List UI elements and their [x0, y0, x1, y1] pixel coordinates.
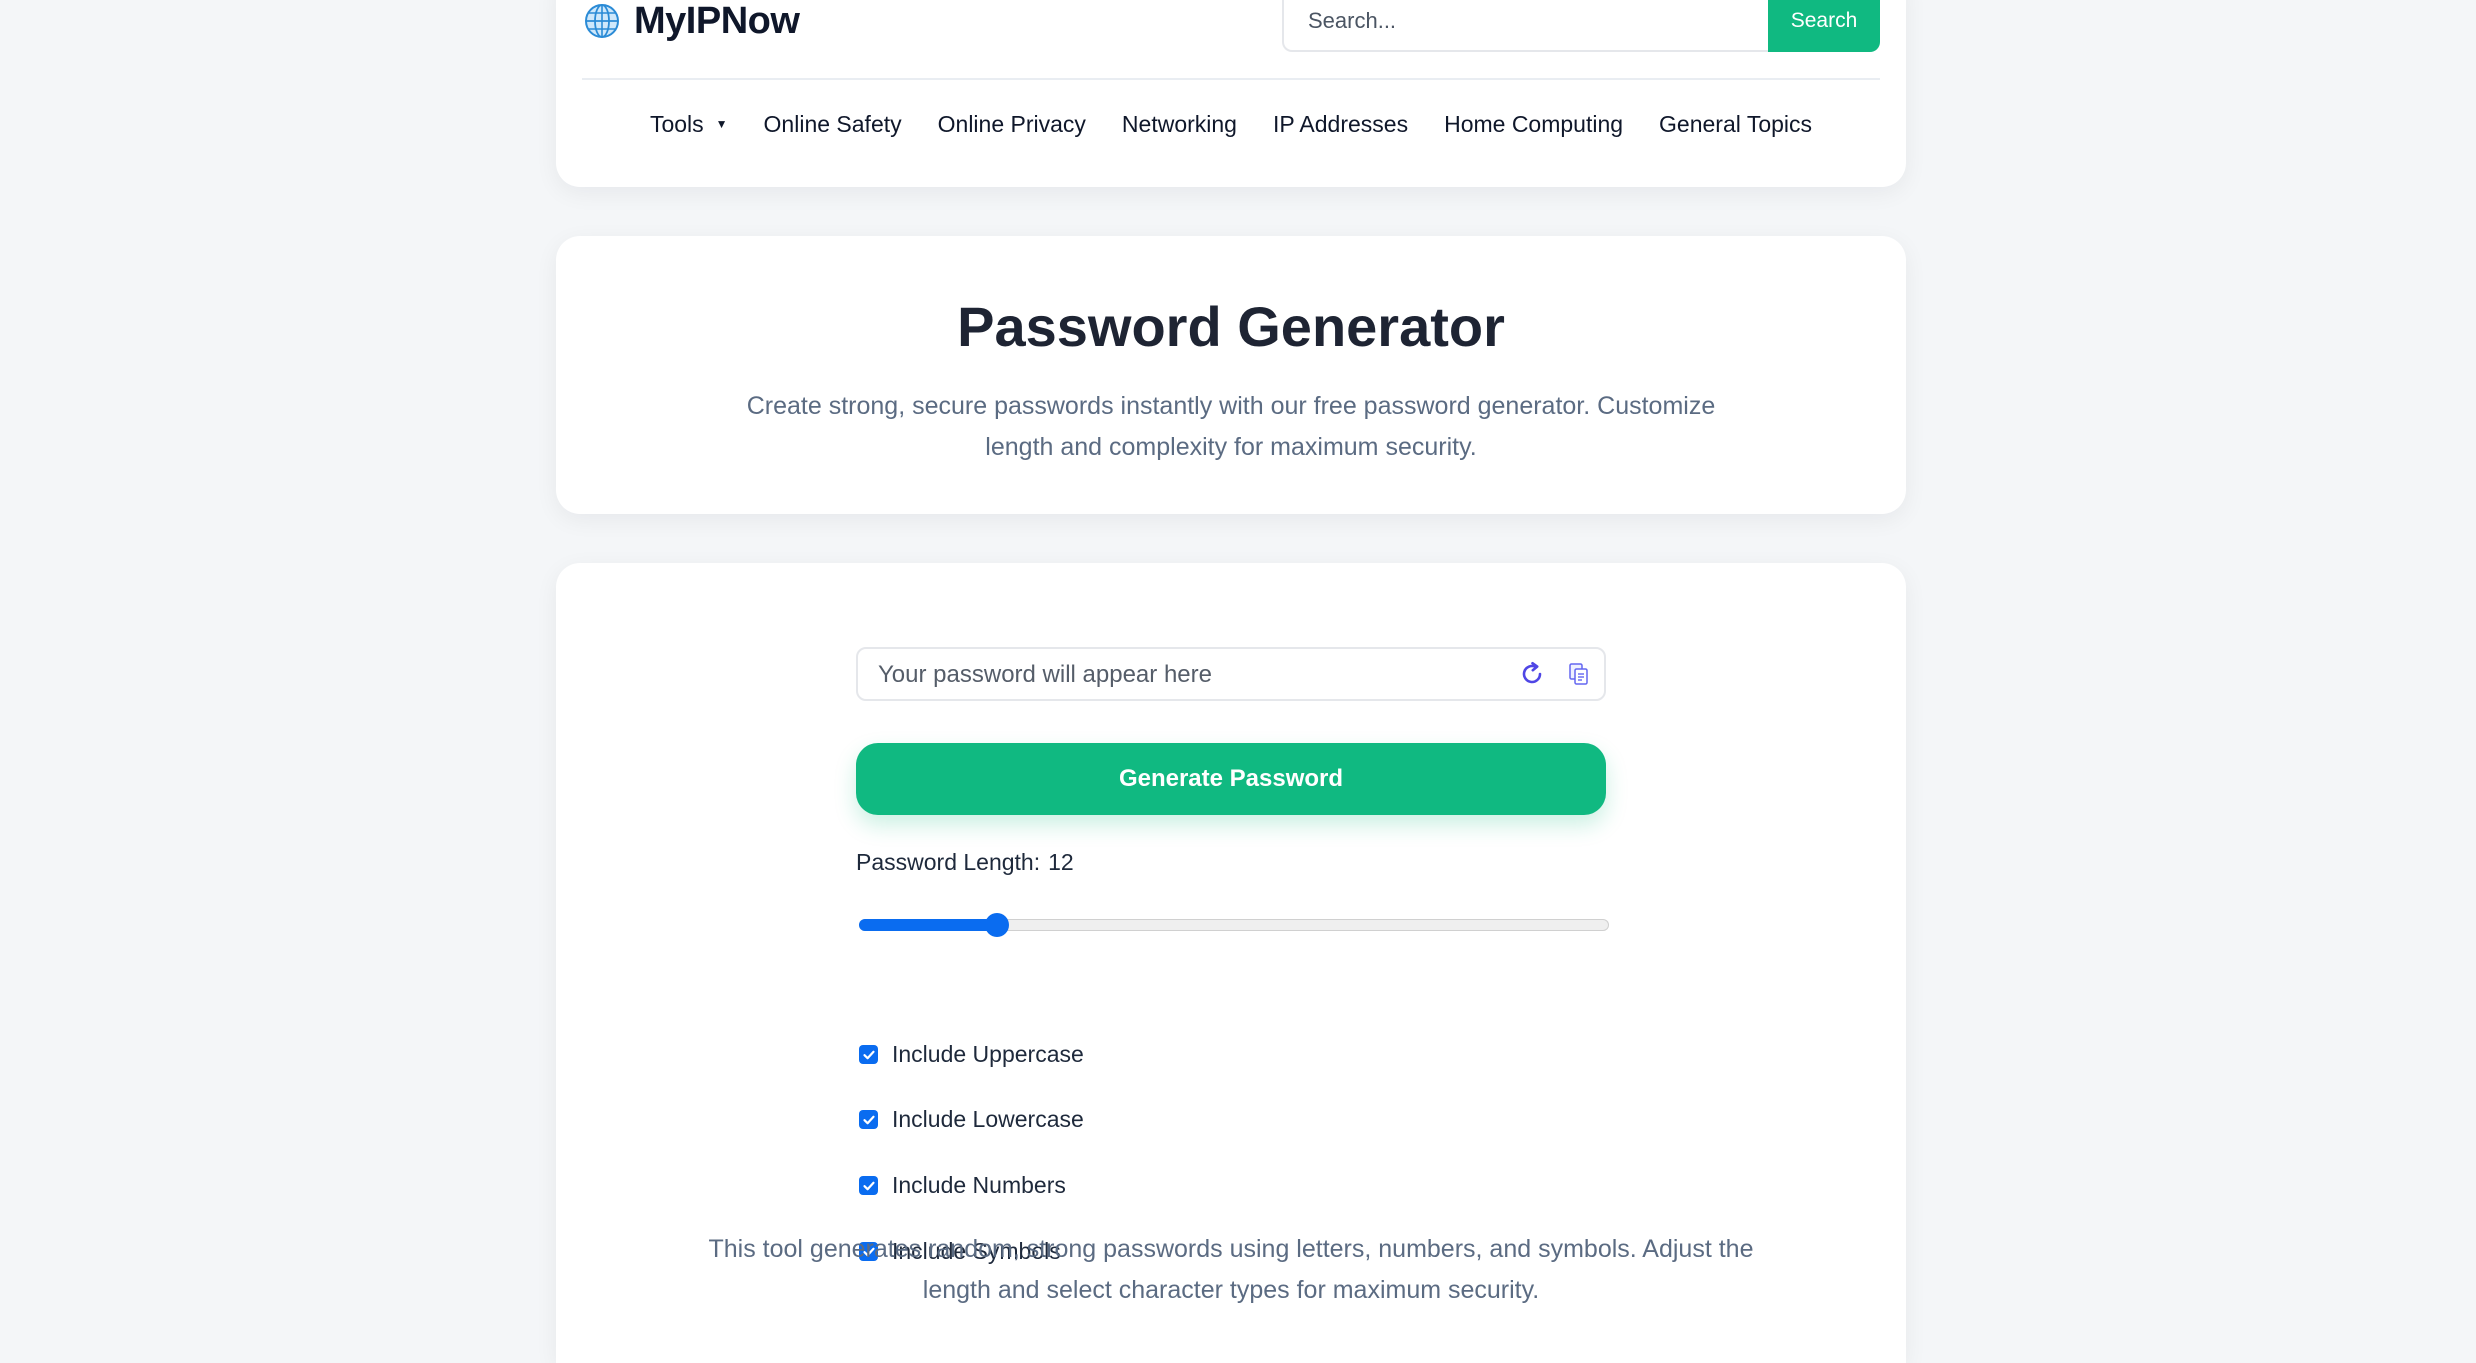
nav-item-ip-addresses[interactable]: IP Addresses [1273, 111, 1408, 138]
globe-icon [585, 4, 619, 38]
slider-thumb[interactable] [985, 913, 1010, 937]
nav-item-tools[interactable]: Tools ▼ [650, 111, 728, 138]
brand-name: MyIPNow [634, 0, 800, 42]
search-input[interactable] [1282, 0, 1768, 52]
header-divider [582, 78, 1880, 80]
site-header: MyIPNow Search Tools ▼ Online Safety Onl… [556, 0, 1906, 187]
dropdown-caret-icon: ▼ [715, 117, 728, 131]
option-label: Include Lowercase [892, 1106, 1084, 1132]
copy-icon[interactable] [1568, 662, 1590, 686]
length-value: 12 [1048, 849, 1074, 875]
search-button[interactable]: Search [1768, 0, 1880, 52]
nav-item-general-topics[interactable]: General Topics [1659, 111, 1812, 138]
checkmark-icon [862, 1050, 875, 1059]
password-output-box [856, 647, 1606, 701]
password-length-label: Password Length: 12 [856, 849, 1074, 876]
hero-section: Password Generator Create strong, secure… [556, 236, 1906, 514]
option-lowercase[interactable]: Include Lowercase [859, 1106, 1084, 1133]
option-numbers[interactable]: Include Numbers [859, 1172, 1066, 1199]
nav-item-online-privacy[interactable]: Online Privacy [938, 111, 1086, 138]
nav-item-home-computing[interactable]: Home Computing [1444, 111, 1623, 138]
uppercase-checkbox[interactable] [859, 1045, 878, 1064]
option-uppercase[interactable]: Include Uppercase [859, 1041, 1084, 1068]
option-label: Include Numbers [892, 1172, 1066, 1198]
numbers-checkbox[interactable] [859, 1176, 878, 1195]
search-form: Search [1282, 0, 1880, 52]
generate-password-button[interactable]: Generate Password [856, 743, 1606, 815]
password-output-field[interactable] [876, 649, 1480, 701]
slider-fill [859, 919, 998, 931]
nav-item-networking[interactable]: Networking [1122, 111, 1237, 138]
nav-item-label: Tools [649, 110, 704, 137]
lowercase-checkbox[interactable] [859, 1110, 878, 1129]
page-title: Password Generator [957, 295, 1505, 358]
checkmark-icon [862, 1115, 875, 1124]
main-nav: Tools ▼ Online Safety Online Privacy Net… [556, 101, 1906, 147]
tool-description: This tool generates random, strong passw… [708, 1235, 1754, 1304]
site-logo[interactable]: MyIPNow [584, 0, 800, 42]
password-generator-panel: Generate Password Password Length: 12 In… [556, 563, 1906, 1363]
option-label: Include Uppercase [892, 1041, 1084, 1067]
refresh-icon[interactable] [1518, 660, 1546, 688]
length-label-text: Password Length: [856, 849, 1041, 875]
checkmark-icon [862, 1181, 875, 1190]
password-length-slider[interactable] [859, 910, 1609, 940]
page-subtitle: Create strong, secure passwords instantl… [746, 392, 1716, 461]
nav-item-online-safety[interactable]: Online Safety [764, 111, 902, 138]
